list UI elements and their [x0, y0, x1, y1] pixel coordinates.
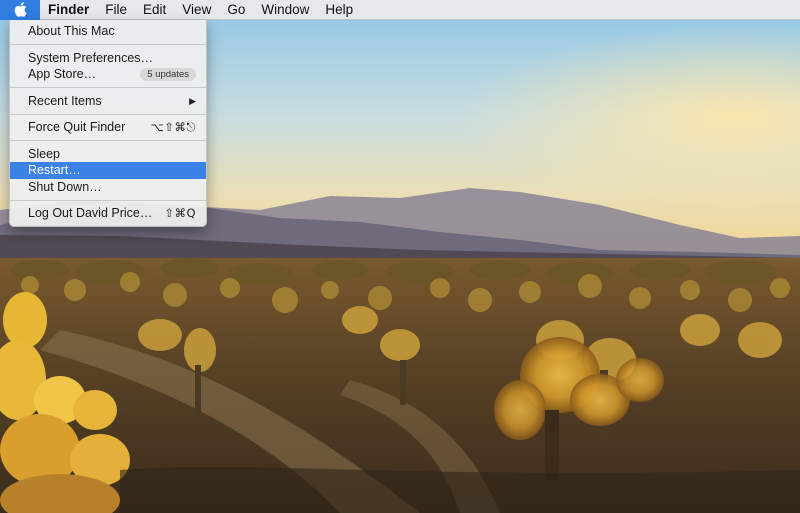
menu-item-label: Recent Items: [28, 93, 102, 108]
menu-item-restart[interactable]: Restart…: [10, 162, 206, 179]
apple-dropdown-menu: About This Mac System Preferences… App S…: [9, 20, 207, 227]
apple-icon: [14, 2, 27, 17]
keyboard-shortcut: ⇧⌘Q: [164, 206, 196, 220]
menu-go[interactable]: Go: [219, 0, 253, 20]
menu-item-log-out[interactable]: Log Out David Price… ⇧⌘Q: [10, 205, 206, 222]
menu-item-about-this-mac[interactable]: About This Mac: [10, 23, 206, 40]
menu-item-label: System Preferences…: [28, 50, 154, 65]
menu-item-label: Restart…: [28, 163, 81, 177]
keyboard-shortcut: ⌥⇧⌘⎋: [150, 120, 196, 134]
menu-item-label: Log Out David Price…: [28, 206, 153, 220]
menu-item-sleep[interactable]: Sleep: [10, 146, 206, 163]
menu-item-force-quit[interactable]: Force Quit Finder ⌥⇧⌘⎋: [10, 119, 206, 136]
menu-item-label: Shut Down…: [28, 179, 102, 194]
menu-view[interactable]: View: [174, 0, 219, 20]
menu-separator: [10, 44, 206, 45]
menu-file[interactable]: File: [97, 0, 135, 20]
menu-separator: [10, 140, 206, 141]
menu-item-label: About This Mac: [28, 24, 115, 38]
apple-menu-button[interactable]: [0, 0, 40, 20]
menu-item-label: Force Quit Finder: [28, 120, 126, 134]
menu-item-app-store[interactable]: App Store… 5 updates: [10, 66, 206, 83]
menu-separator: [10, 113, 206, 115]
submenu-arrow-icon: ▶: [189, 95, 196, 106]
menu-item-label: App Store…: [28, 67, 97, 81]
menu-help[interactable]: Help: [317, 0, 361, 20]
menu-edit[interactable]: Edit: [135, 0, 174, 20]
menu-window[interactable]: Window: [253, 0, 317, 20]
menu-item-label: Sleep: [28, 146, 60, 161]
updates-badge: 5 updates: [140, 67, 196, 81]
menu-finder[interactable]: Finder: [40, 0, 97, 20]
menu-separator: [10, 87, 206, 88]
menu-item-shut-down[interactable]: Shut Down…: [10, 179, 206, 196]
menu-bar: Finder File Edit View Go Window Help: [0, 0, 800, 20]
menu-item-recent-items[interactable]: Recent Items ▶: [10, 93, 206, 110]
menu-item-system-preferences[interactable]: System Preferences…: [10, 50, 206, 67]
menu-separator: [10, 199, 206, 201]
